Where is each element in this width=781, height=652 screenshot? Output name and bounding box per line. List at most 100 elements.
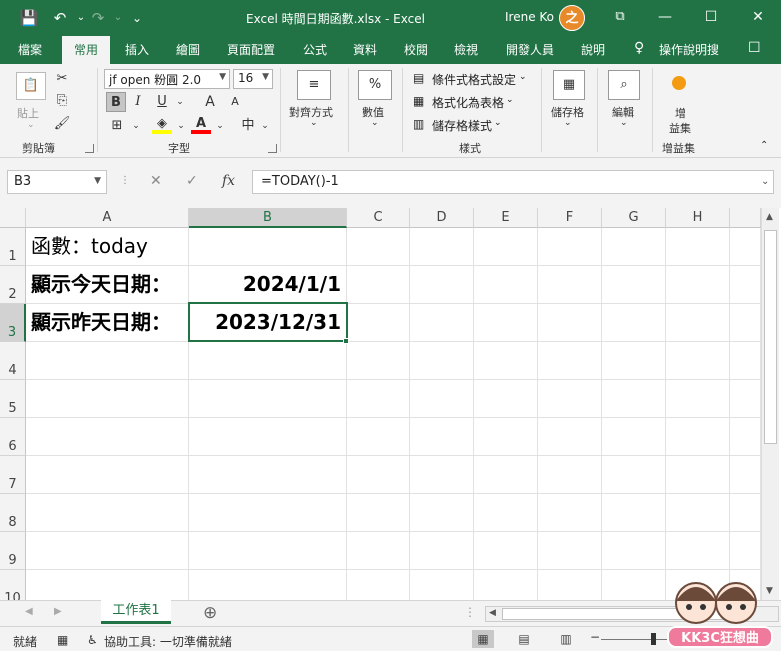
cut-icon[interactable]: ✂ — [52, 69, 72, 89]
tab-developer[interactable]: 開發人員 — [506, 41, 554, 58]
phonetic-dropdown-icon[interactable]: ⌄ — [255, 116, 275, 136]
grid-cell[interactable] — [410, 228, 474, 266]
undo-icon[interactable]: ↶ — [50, 8, 70, 28]
grid-cell[interactable] — [189, 494, 347, 532]
grid-cell[interactable] — [602, 342, 666, 380]
underline-button[interactable]: U — [152, 92, 172, 112]
column-header[interactable]: A — [26, 208, 189, 228]
grid-cell[interactable] — [474, 494, 538, 532]
grid-cell[interactable] — [189, 570, 347, 600]
grid-cell[interactable] — [538, 380, 602, 418]
grid-cell[interactable] — [602, 228, 666, 266]
grid-cell[interactable] — [474, 266, 538, 304]
grid-cell[interactable] — [189, 532, 347, 570]
customize-quick-access-icon[interactable]: ⌄ — [127, 8, 147, 28]
cell-A2[interactable]: 顯示今天日期： — [26, 266, 189, 304]
next-sheet-icon[interactable]: ▶ — [54, 606, 62, 617]
user-name[interactable]: Irene Ko — [505, 10, 554, 24]
conditional-formatting-icon[interactable]: ▤ — [413, 71, 424, 85]
accessibility-status[interactable]: 協助工具: 一切準備就緒 — [104, 633, 232, 650]
name-box[interactable]: B3 ▼ — [7, 170, 107, 194]
fill-handle[interactable] — [343, 338, 349, 344]
column-header[interactable]: B — [189, 208, 347, 228]
grid-cell[interactable] — [189, 342, 347, 380]
tab-file[interactable]: 檔案 — [18, 41, 42, 58]
grid-cell[interactable] — [474, 342, 538, 380]
grid-cell[interactable] — [538, 532, 602, 570]
fill-color-icon[interactable]: ◈ — [152, 114, 172, 134]
grid-cell[interactable] — [410, 266, 474, 304]
grid-cell[interactable] — [730, 228, 761, 266]
grid-cell[interactable] — [347, 304, 410, 342]
grid-cell[interactable] — [666, 494, 730, 532]
format-as-table-dropdown-icon[interactable]: ⌄ — [506, 95, 514, 105]
maximize-button[interactable]: ☐ — [688, 0, 734, 34]
grid-cell[interactable] — [666, 380, 730, 418]
italic-button[interactable]: I — [128, 92, 148, 112]
scroll-left-icon[interactable]: ◀ — [489, 608, 496, 618]
grid-cell[interactable] — [26, 570, 189, 600]
grid-cell[interactable] — [26, 532, 189, 570]
accessibility-icon[interactable]: ♿ — [87, 633, 98, 647]
grid-cell[interactable] — [474, 418, 538, 456]
grid-cell[interactable] — [602, 380, 666, 418]
grid-cell[interactable] — [666, 342, 730, 380]
grid-cell[interactable] — [347, 570, 410, 600]
grid-cell[interactable] — [26, 456, 189, 494]
grid-cell[interactable] — [602, 494, 666, 532]
grid-cell[interactable] — [602, 304, 666, 342]
grid-cell[interactable] — [538, 342, 602, 380]
formula-input[interactable]: =TODAY()-1 — [252, 170, 774, 194]
copy-icon[interactable]: ⎘ — [52, 91, 72, 111]
conditional-formatting-button[interactable]: 條件式格式設定 — [432, 71, 516, 88]
grid-cell[interactable] — [602, 532, 666, 570]
font-dialog-launcher-icon[interactable] — [268, 144, 277, 153]
expand-formula-bar-icon[interactable]: ⌄ — [761, 176, 769, 187]
grid-cell[interactable] — [189, 418, 347, 456]
grid-cell[interactable] — [730, 494, 761, 532]
redo-dropdown-icon[interactable]: ⌄ — [108, 8, 128, 28]
grid-cell[interactable] — [189, 456, 347, 494]
add-sheet-icon[interactable]: ⊕ — [203, 603, 217, 623]
editing-dropdown-icon[interactable]: ⌄ — [620, 118, 628, 128]
borders-dropdown-icon[interactable]: ⌄ — [126, 116, 146, 136]
font-name-combo[interactable]: jf open 粉圓 2.0 ▼ — [104, 69, 230, 89]
tab-page-layout[interactable]: 頁面配置 — [227, 41, 275, 58]
cell-B2[interactable]: 2024/1/1 — [189, 266, 347, 304]
grid-cell[interactable] — [26, 380, 189, 418]
grid-cell[interactable] — [26, 342, 189, 380]
grid-cell[interactable] — [730, 456, 761, 494]
minimize-button[interactable]: — — [642, 0, 688, 34]
grid-cell[interactable] — [538, 494, 602, 532]
grid-cell[interactable] — [538, 228, 602, 266]
grid-cell[interactable] — [538, 456, 602, 494]
grid-cell[interactable] — [474, 532, 538, 570]
cell-styles-icon[interactable]: ▥ — [413, 117, 424, 131]
insert-function-icon[interactable]: fx — [222, 173, 235, 189]
row-header[interactable]: 6 — [0, 418, 26, 456]
grid-cell[interactable] — [410, 570, 474, 600]
tab-view[interactable]: 檢視 — [454, 41, 478, 58]
tab-formulas[interactable]: 公式 — [303, 41, 327, 58]
cells-icon[interactable]: ▦ — [553, 70, 585, 100]
format-painter-icon[interactable]: 🖌 — [52, 114, 72, 134]
cell-styles-dropdown-icon[interactable]: ⌄ — [494, 118, 502, 128]
grid-cell[interactable] — [666, 228, 730, 266]
enter-icon[interactable]: ✓ — [186, 173, 198, 189]
avatar[interactable]: 之 — [559, 5, 585, 31]
sheet-tab[interactable]: 工作表1 — [101, 600, 171, 624]
search-icon[interactable]: ⌕ — [608, 70, 640, 100]
column-header[interactable]: F — [538, 208, 602, 228]
cancel-icon[interactable]: ✕ — [150, 173, 162, 189]
format-as-table-button[interactable]: 格式化為表格 — [432, 94, 504, 111]
close-button[interactable]: ✕ — [735, 0, 781, 34]
scroll-up-icon[interactable]: ▲ — [766, 212, 773, 222]
number-format-icon[interactable]: % — [358, 70, 392, 100]
grid-cell[interactable] — [730, 342, 761, 380]
column-header[interactable]: H — [666, 208, 730, 228]
clipboard-dialog-launcher-icon[interactable] — [85, 144, 94, 153]
macro-record-icon[interactable]: ▦ — [57, 633, 68, 647]
font-color-dropdown-icon[interactable]: ⌄ — [210, 116, 230, 136]
paste-icon[interactable]: 📋 — [16, 72, 46, 100]
grid-cell[interactable] — [666, 266, 730, 304]
